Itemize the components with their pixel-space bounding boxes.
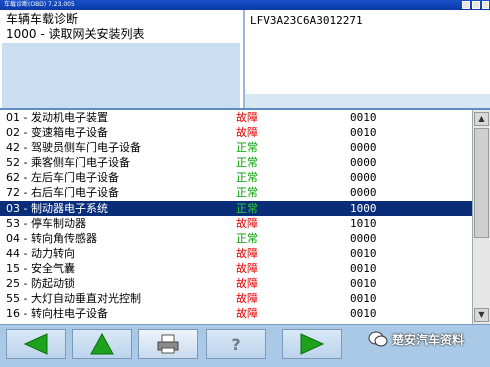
module-status: 正常: [236, 231, 258, 245]
vehicle-info-strip: [245, 94, 490, 108]
module-name: 02 - 变速箱电子设备: [6, 126, 108, 140]
module-status: 正常: [236, 171, 258, 185]
module-name: 55 - 大灯自动垂直对光控制: [6, 292, 141, 306]
module-row[interactable]: 03 - 制动器电子系统 正常 1000: [0, 200, 472, 216]
module-row[interactable]: 53 - 停车制动器 故障 1010: [0, 216, 472, 231]
arrow-left-icon: [23, 333, 48, 355]
module-row[interactable]: 72 - 右后车门电子设备 正常 0000: [0, 185, 472, 200]
module-name: 62 - 左后车门电子设备: [6, 171, 119, 185]
module-name: 42 - 驾驶员侧车门电子设备: [6, 141, 141, 155]
arrow-right-icon: [300, 333, 325, 355]
close-button[interactable]: [482, 1, 489, 9]
module-row[interactable]: 25 - 防起动锁 故障 0010: [0, 276, 472, 291]
module-name: 04 - 转向角传感器: [6, 231, 97, 245]
module-code: 0010: [350, 246, 377, 260]
module-name: 44 - 动力转向: [6, 246, 75, 260]
module-row[interactable]: 42 - 驾驶员侧车门电子设备 正常 0000: [0, 140, 472, 155]
module-row[interactable]: 04 - 转向角传感器 正常 0000: [0, 231, 472, 246]
watermark: 楚安汽车资料: [368, 329, 464, 349]
module-code: 0010: [350, 277, 377, 291]
module-row[interactable]: 16 - 转向柱电子设备 故障 0010: [0, 306, 472, 321]
module-status: 正常: [236, 141, 258, 155]
scroll-down-button[interactable]: ▼: [474, 308, 489, 322]
module-code: 0000: [350, 171, 377, 185]
module-row[interactable]: 02 - 变速箱电子设备 故障 0010: [0, 125, 472, 140]
module-name: 15 - 安全气囊: [6, 261, 75, 275]
module-status: 故障: [236, 246, 258, 260]
function-subtitle: 1000 - 读取网关安装列表: [6, 27, 145, 41]
module-status: 故障: [236, 292, 258, 306]
maximize-button[interactable]: [472, 1, 480, 9]
vin-display: LFV3A23C6A3012271: [250, 14, 363, 27]
module-name: 01 - 发动机电子装置: [6, 111, 108, 124]
help-icon: ?: [231, 335, 240, 354]
up-button[interactable]: [72, 329, 132, 359]
title-bar: 车载诊断(OBD) 7.23.005: [0, 0, 490, 10]
module-status: 故障: [236, 261, 258, 275]
module-row[interactable]: 55 - 大灯自动垂直对光控制 故障 0010: [0, 291, 472, 306]
forward-button[interactable]: [282, 329, 342, 359]
module-code: 0010: [350, 111, 377, 124]
module-status: 故障: [236, 126, 258, 140]
header-info: 车辆车载诊断 1000 - 读取网关安装列表: [6, 12, 238, 42]
module-code: 1000: [350, 201, 377, 215]
watermark-text: 楚安汽车资料: [392, 332, 465, 347]
module-status: 故障: [236, 111, 258, 124]
module-row[interactable]: 44 - 动力转向 故障 0010: [0, 246, 472, 261]
back-button[interactable]: [6, 329, 66, 359]
module-status: 正常: [236, 201, 258, 215]
module-status: 故障: [236, 277, 258, 291]
module-code: 0010: [350, 292, 377, 306]
module-code: 0010: [350, 307, 377, 321]
module-name: 53 - 停车制动器: [6, 216, 86, 230]
module-row[interactable]: 01 - 发动机电子装置 故障 0010: [0, 110, 472, 125]
module-name: 25 - 防起动锁: [6, 277, 75, 291]
wechat-icon: [368, 331, 388, 347]
module-status: 正常: [236, 186, 258, 200]
printer-icon: [157, 334, 179, 354]
header-panel: 车辆车载诊断 1000 - 读取网关安装列表 LFV3A23C6A3012271: [0, 10, 490, 108]
module-status: 故障: [236, 216, 258, 230]
window-title: 车载诊断(OBD) 7.23.005: [4, 1, 75, 8]
scrollbar[interactable]: ▲ ▼: [472, 110, 490, 324]
module-code: 0000: [350, 141, 377, 155]
module-row[interactable]: 62 - 左后车门电子设备 正常 0000: [0, 170, 472, 185]
module-status: 故障: [236, 307, 258, 321]
module-row[interactable]: 52 - 乘客侧车门电子设备 正常 0000: [0, 155, 472, 170]
arrow-up-icon: [90, 333, 114, 355]
module-row[interactable]: 15 - 安全气囊 故障 0010: [0, 261, 472, 276]
module-name: 52 - 乘客侧车门电子设备: [6, 156, 130, 170]
module-list[interactable]: 01 - 发动机电子装置 故障 0010 02 - 变速箱电子设备 故障 0010 42 -…: [0, 110, 472, 324]
scroll-thumb[interactable]: [474, 128, 489, 238]
module-code: 1010: [350, 216, 377, 230]
help-button[interactable]: ?: [206, 329, 266, 359]
page-title: 车辆车载诊断: [6, 12, 79, 26]
module-name: 16 - 转向柱电子设备: [6, 307, 108, 321]
module-code: 0000: [350, 186, 377, 200]
module-code: 0000: [350, 156, 377, 170]
module-code: 0010: [350, 261, 377, 275]
scroll-up-button[interactable]: ▲: [474, 112, 489, 126]
svg-text:?: ?: [231, 335, 240, 354]
info-panel: [2, 43, 240, 108]
print-button[interactable]: [138, 329, 198, 359]
module-code: 0010: [350, 126, 377, 140]
module-name: 03 - 制动器电子系统: [6, 201, 108, 215]
module-name: 72 - 右后车门电子设备: [6, 186, 119, 200]
module-status: 正常: [236, 156, 258, 170]
module-code: 0000: [350, 231, 377, 245]
minimize-button[interactable]: [462, 1, 470, 9]
